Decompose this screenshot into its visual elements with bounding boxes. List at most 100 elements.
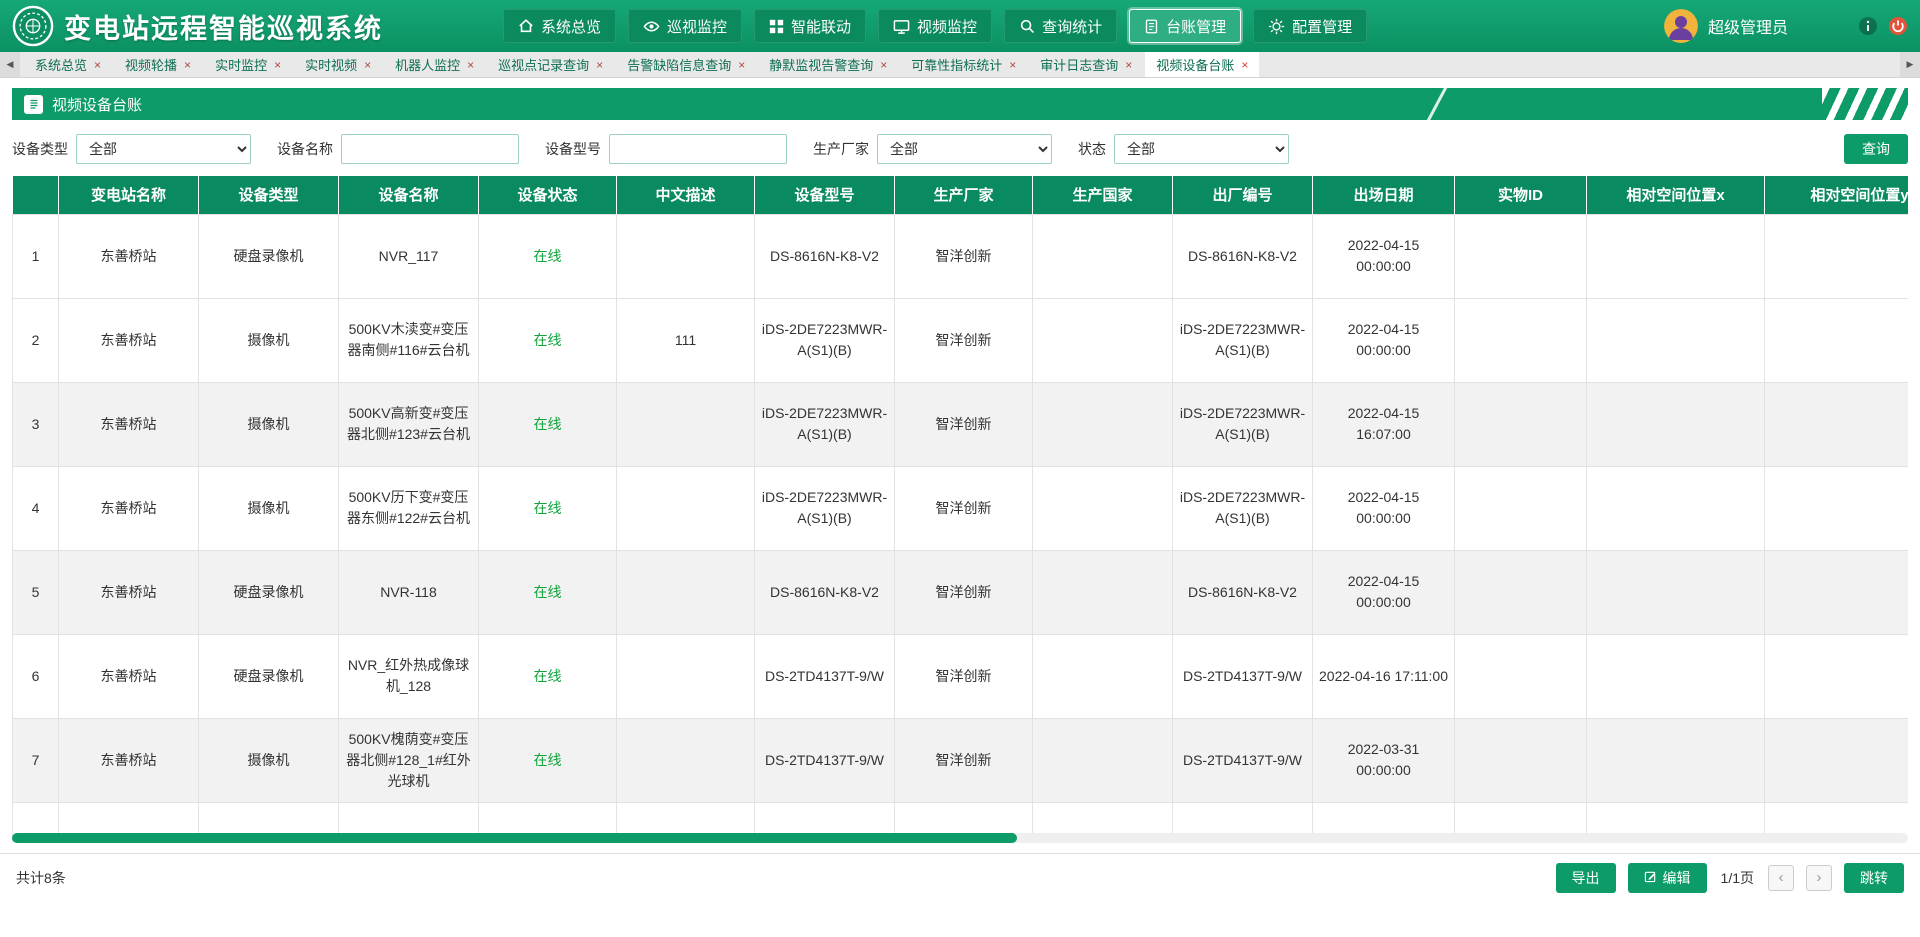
status-label: 状态 <box>1078 139 1106 159</box>
cell-status: 在线 <box>479 298 617 382</box>
cell-country <box>1033 718 1173 802</box>
document-icon <box>24 95 43 114</box>
edit-button[interactable]: 编辑 <box>1628 863 1707 893</box>
cell-type: 硬盘录像机 <box>199 550 339 634</box>
nav-button-7[interactable]: 配置管理 <box>1253 9 1367 43</box>
tab-close-icon[interactable]: × <box>364 59 371 71</box>
tab-4[interactable]: 实时视频 × <box>294 52 382 77</box>
tab-close-icon[interactable]: × <box>596 59 603 71</box>
cell-index: 3 <box>13 382 59 466</box>
tab-9[interactable]: 可靠性指标统计× <box>900 52 1027 77</box>
tab-close-icon[interactable]: × <box>467 59 474 71</box>
cell-serial: DS-2TD4137T-9/W <box>1173 634 1313 718</box>
nav-label: 查询统计 <box>1042 16 1102 37</box>
tab-2[interactable]: 视频轮播 × <box>114 52 202 77</box>
tab-close-icon[interactable]: × <box>738 59 745 71</box>
cell-name: NVR_117 <box>339 214 479 298</box>
info-icon[interactable] <box>1858 16 1878 36</box>
tab-11[interactable]: 视频设备台账× <box>1145 52 1259 77</box>
search-icon <box>1019 18 1035 34</box>
nav-label: 视频监控 <box>917 16 977 37</box>
tab-6[interactable]: 巡视点记录查询× <box>487 52 614 77</box>
nav-label: 系统总览 <box>541 16 601 37</box>
table-row[interactable]: 5东善桥站硬盘录像机NVR-118在线DS-8616N-K8-V2智洋创新DS-… <box>13 550 1909 634</box>
table-row[interactable]: 3东善桥站摄像机500KV高新变#变压器北侧#123#云台机在线iDS-2DE7… <box>13 382 1909 466</box>
nav-button-2[interactable]: 巡视监控 <box>628 9 742 43</box>
cell-name: NVR_红外热成像球机_128 <box>339 634 479 718</box>
device-name-label: 设备名称 <box>277 139 333 159</box>
status-select[interactable]: 全部 <box>1114 134 1289 164</box>
cell-type: 摄像机 <box>199 718 339 802</box>
device-type-select[interactable]: 全部 <box>76 134 251 164</box>
tab-close-icon[interactable]: × <box>94 59 101 71</box>
manufacturer-select[interactable]: 全部 <box>877 134 1052 164</box>
cell-type: 摄像机 <box>199 298 339 382</box>
edit-button-label: 编辑 <box>1663 868 1691 888</box>
jump-button[interactable]: 跳转 <box>1844 863 1904 893</box>
cell-pid <box>1455 718 1587 802</box>
tab-label: 实时视频 <box>305 55 357 74</box>
power-icon[interactable] <box>1888 16 1908 36</box>
cell-desc <box>617 382 755 466</box>
tab-1[interactable]: 系统总览× <box>24 52 112 77</box>
home-icon <box>518 18 534 34</box>
tab-close-icon[interactable]: × <box>274 59 281 71</box>
tab-label: 视频轮播 <box>125 55 177 74</box>
horizontal-scrollbar-thumb[interactable] <box>12 833 1017 843</box>
table-row[interactable]: 6东善桥站硬盘录像机NVR_红外热成像球机_128在线DS-2TD4137T-9… <box>13 634 1909 718</box>
cell-index: 7 <box>13 718 59 802</box>
cell-desc <box>617 550 755 634</box>
tab-close-icon[interactable]: × <box>880 59 887 71</box>
table-row[interactable]: 1东善桥站硬盘录像机NVR_117在线DS-8616N-K8-V2智洋创新DS-… <box>13 214 1909 298</box>
cell-pid <box>1455 298 1587 382</box>
tab-7[interactable]: 告警缺陷信息查询× <box>616 52 756 77</box>
cell-serial: DS-2TD4137T-9/W <box>1173 718 1313 802</box>
main-nav: 系统总览 巡视监控智能联动 视频监控 查询统计 台账管理 配置管理 <box>503 9 1367 43</box>
tab-8[interactable]: 静默监视告警查询× <box>758 52 898 77</box>
nav-label: 台账管理 <box>1166 16 1226 37</box>
column-header: 相对空间位置y <box>1765 176 1909 214</box>
tab-close-icon[interactable]: × <box>1009 59 1016 71</box>
cell-name: 500KV槐荫变#变压器北侧#128_1#红外光球机 <box>339 718 479 802</box>
table-row[interactable]: 4东善桥站摄像机500KV历下变#变压器东侧#122#云台机在线iDS-2DE7… <box>13 466 1909 550</box>
tab-10[interactable]: 审计日志查询× <box>1029 52 1143 77</box>
tab-close-icon[interactable]: × <box>1125 59 1132 71</box>
cell-y <box>1765 718 1909 802</box>
cell-model: DS-8616N-K8-V2 <box>755 214 895 298</box>
cell-station: 东善桥站 <box>59 382 199 466</box>
device-model-input[interactable] <box>609 134 787 164</box>
cell-date: 2022-04-16 17:11:00 <box>1313 634 1455 718</box>
tabs-scroll-left-icon[interactable]: ◀ <box>0 52 20 77</box>
search-button[interactable]: 查询 <box>1844 134 1908 164</box>
device-name-input[interactable] <box>341 134 519 164</box>
nav-button-4[interactable]: 视频监控 <box>878 9 992 43</box>
tab-close-icon[interactable]: × <box>184 59 191 71</box>
nav-button-3[interactable]: 智能联动 <box>754 9 866 43</box>
export-button[interactable]: 导出 <box>1556 863 1616 893</box>
tab-3[interactable]: 实时监控× <box>204 52 292 77</box>
cell-y <box>1765 634 1909 718</box>
cell-date: 2022-04-15 16:07:00 <box>1313 382 1455 466</box>
cell-type: 摄像机 <box>199 466 339 550</box>
cell-y <box>1765 298 1909 382</box>
tab-5[interactable]: 机器人监控× <box>384 52 485 77</box>
tab-close-icon[interactable]: × <box>1241 59 1248 71</box>
user-avatar[interactable] <box>1664 9 1698 43</box>
table-row[interactable]: 2东善桥站摄像机500KV木渎变#变压器南侧#116#云台机在线111iDS-2… <box>13 298 1909 382</box>
table-row[interactable]: 7东善桥站摄像机500KV槐荫变#变压器北侧#128_1#红外光球机在线DS-2… <box>13 718 1909 802</box>
column-header: 设备名称 <box>339 176 479 214</box>
edit-icon <box>1644 870 1657 886</box>
nav-button-5[interactable]: 查询统计 <box>1004 9 1117 43</box>
tabs-scroll-right-icon[interactable]: ▶ <box>1900 52 1920 77</box>
cell-pid <box>1455 466 1587 550</box>
cell-maker: 智洋创新 <box>895 214 1033 298</box>
manufacturer-label: 生产厂家 <box>813 139 869 159</box>
prev-page-button[interactable]: ‹ <box>1768 865 1794 891</box>
next-page-button[interactable]: › <box>1806 865 1832 891</box>
main-content: 视频设备台账 设备类型 全部 设备名称 设备型号 生产厂家 全部 状态 全部 查… <box>0 78 1920 853</box>
nav-button-1[interactable]: 系统总览 <box>503 9 616 43</box>
cell-x <box>1587 550 1765 634</box>
cell-pid <box>1455 214 1587 298</box>
horizontal-scrollbar-track[interactable] <box>12 833 1908 843</box>
nav-button-6[interactable]: 台账管理 <box>1129 9 1241 43</box>
